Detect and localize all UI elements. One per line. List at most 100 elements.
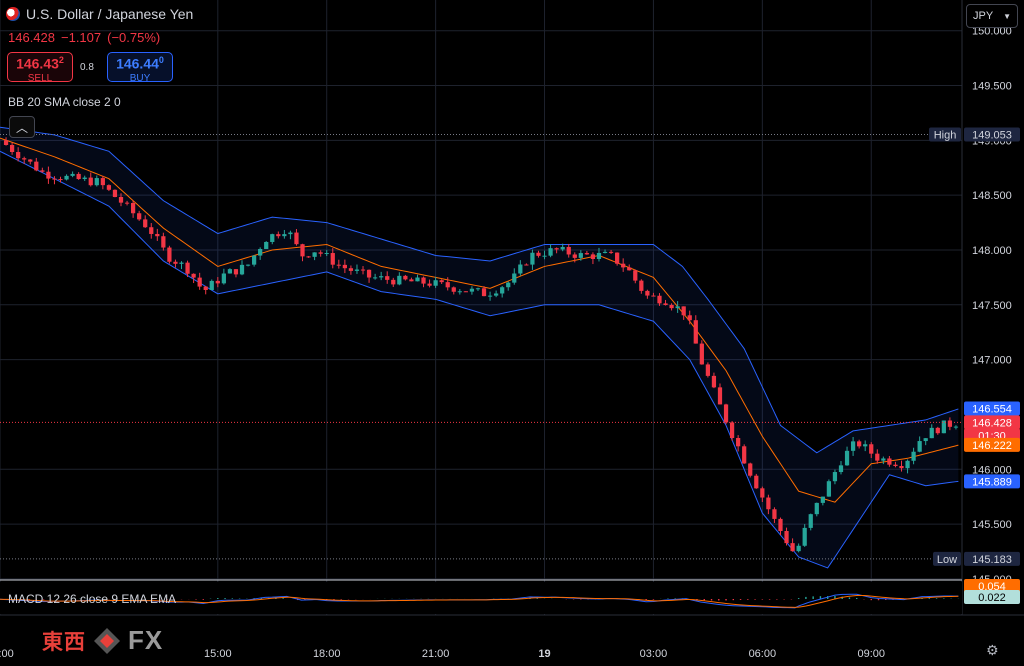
candle-body <box>917 441 922 452</box>
macd-signal-tag: 0.022 <box>978 592 1006 604</box>
candle-body <box>88 177 93 186</box>
candle-body <box>723 404 729 423</box>
candle-body <box>124 202 130 204</box>
price-axis[interactable]: 150.000149.500149.000148.500148.000147.5… <box>972 26 1012 586</box>
currency-select[interactable]: JPY ▼ <box>966 4 1018 28</box>
candle-body <box>481 288 487 297</box>
collapse-button[interactable]: ︿ <box>9 116 35 138</box>
candle-body <box>602 251 608 253</box>
quote-line: 146.428 −1.107 (−0.75%) <box>8 30 160 45</box>
candle-body <box>554 248 559 250</box>
sell-button[interactable]: 146.432 SELL <box>7 52 73 83</box>
candle-body <box>149 227 154 234</box>
candle-body <box>100 178 105 186</box>
spread-value: 0.8 <box>80 62 94 73</box>
x-tick-label: 06:00 <box>749 648 777 660</box>
candle-body <box>790 543 795 552</box>
candle-body <box>161 236 166 248</box>
candle-body <box>500 287 505 294</box>
macd-label[interactable]: MACD 12 26 close 9 EMA EMA <box>8 592 176 606</box>
candle-body <box>185 262 190 274</box>
candle-body <box>729 422 735 439</box>
candle-body <box>711 375 717 388</box>
candle-body <box>536 252 541 256</box>
candle-body <box>300 244 305 257</box>
candle-body <box>832 472 838 482</box>
candle-body <box>887 458 892 465</box>
candle-body <box>935 427 940 434</box>
candle-body <box>705 364 711 376</box>
candle-body <box>687 315 692 321</box>
bb-upper-tag: 146.554 <box>972 404 1012 416</box>
candle-body <box>929 427 934 439</box>
candle-body <box>336 264 341 266</box>
candle-body <box>911 451 916 461</box>
candle-body <box>899 465 904 469</box>
logo-cjk-text: 東西 <box>42 629 86 654</box>
candle-body <box>621 263 626 268</box>
buy-button[interactable]: 146.440 BUY <box>107 52 173 83</box>
candle-body <box>288 232 293 235</box>
candle-body <box>893 464 898 466</box>
candle-body <box>838 465 844 473</box>
currency-value: JPY <box>973 10 994 22</box>
candle-body <box>802 527 807 546</box>
candle-body <box>360 269 366 271</box>
candle-body <box>46 171 51 179</box>
candle-body <box>209 280 214 291</box>
candle-body <box>258 248 263 256</box>
candle-body <box>826 481 832 497</box>
candle-body <box>221 273 226 284</box>
candle-body <box>239 264 245 275</box>
candle-body <box>524 264 529 266</box>
x-tick-label: 19 <box>538 648 550 660</box>
candle-body <box>233 269 239 275</box>
candle-body <box>512 273 517 283</box>
candle-body <box>82 177 87 180</box>
candle-body <box>850 441 856 451</box>
candle-body <box>112 189 118 197</box>
y-tick-label: 147.500 <box>972 300 1012 312</box>
candle-body <box>385 276 390 280</box>
candle-body <box>70 173 75 176</box>
price-change: −1.107 <box>61 30 102 45</box>
candle-body <box>457 291 462 293</box>
candle-body <box>693 320 698 344</box>
candle-body <box>330 253 335 265</box>
indicator-label[interactable]: BB 20 SMA close 2 0 <box>8 95 121 109</box>
candle-body <box>28 159 33 162</box>
candle-body <box>766 497 771 510</box>
gear-icon[interactable]: ⚙ <box>986 643 1000 657</box>
candle-body <box>173 261 178 264</box>
candle-body <box>947 420 953 427</box>
candle-body <box>276 234 281 237</box>
price-chart[interactable]: 150.000149.500149.000148.500148.000147.5… <box>0 0 1024 666</box>
candle-body <box>717 387 723 405</box>
candle-body <box>155 233 160 237</box>
candle-body <box>469 288 475 292</box>
candle-body <box>669 305 674 309</box>
candle-body <box>397 275 402 285</box>
candle-body <box>675 306 680 309</box>
candle-body <box>699 343 704 365</box>
candle-body <box>421 277 426 284</box>
candle-body <box>342 264 347 269</box>
y-tick-label: 148.500 <box>972 190 1012 202</box>
candle-body <box>227 269 233 274</box>
candle-body <box>3 140 9 146</box>
candle-body <box>857 441 862 447</box>
logo-fx-text: FX <box>128 625 164 655</box>
candle-body <box>923 438 928 442</box>
candle-body <box>445 282 450 288</box>
candle-body <box>778 518 783 532</box>
candle-body <box>814 502 819 515</box>
candle-body <box>40 170 45 172</box>
candle-body <box>608 251 614 253</box>
candle-body <box>844 450 850 466</box>
x-tick-label: 03:00 <box>640 648 668 660</box>
candle-body <box>875 453 880 461</box>
candle-body <box>324 253 329 255</box>
candle-body <box>820 496 825 503</box>
candle-body <box>58 179 63 181</box>
candle-body <box>772 509 777 519</box>
